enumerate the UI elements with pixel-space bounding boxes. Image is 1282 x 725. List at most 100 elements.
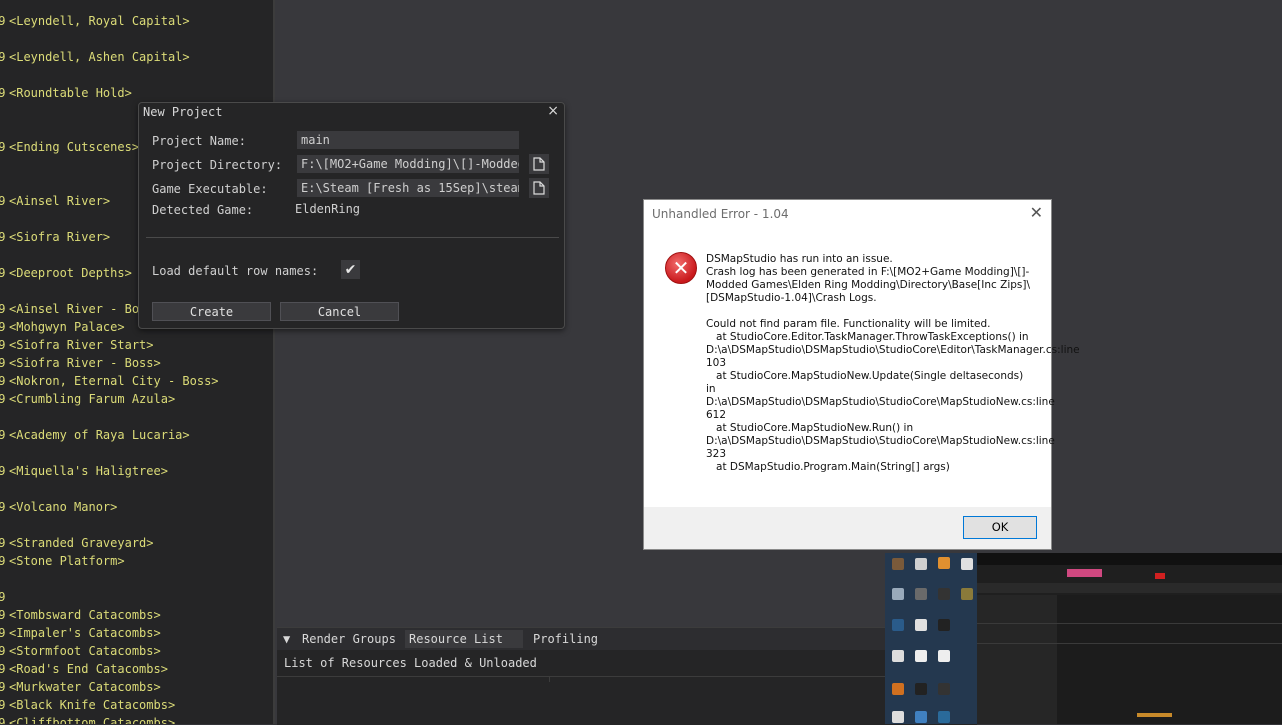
line-text: <Academy of Raya Lucaria>: [9, 428, 190, 442]
game-executable-input[interactable]: E:\Steam [Fresh as 15Sep]\steam: [297, 179, 519, 197]
project-directory-label: Project Directory:: [152, 158, 283, 172]
line-number: 09: [0, 716, 9, 724]
dialog-footer: OK: [644, 507, 1051, 549]
script-line[interactable]: 09<Ainsel River>: [0, 194, 110, 208]
script-line[interactable]: 09<Ainsel River - Boss>: [0, 302, 161, 316]
dialog-title: New Project: [143, 105, 223, 119]
divider: [277, 676, 977, 677]
script-line[interactable]: 09<Academy of Raya Lucaria>: [0, 428, 190, 442]
script-line[interactable]: 09<Tombsward Catacombs>: [0, 608, 161, 622]
script-line[interactable]: 09<Leyndell, Ashen Capital>: [0, 50, 190, 64]
script-line[interactable]: 09<Stone Platform>: [0, 554, 125, 568]
script-line[interactable]: 09<Siofra River>: [0, 230, 110, 244]
line-text: <Ainsel River>: [9, 194, 111, 208]
line-text: <Stone Platform>: [9, 554, 125, 568]
project-directory-input[interactable]: F:\[MO2+Game Modding]\[]-Modded: [297, 155, 519, 173]
tab-render-groups[interactable]: Render Groups: [298, 630, 400, 648]
script-line[interactable]: 09<Murkwater Catacombs>: [0, 680, 161, 694]
line-number: 09: [0, 500, 9, 514]
tab-profiling[interactable]: Profiling: [529, 630, 602, 648]
divider: [146, 237, 559, 238]
line-text: <Black Knife Catacombs>: [9, 698, 176, 712]
dialog-title: Unhandled Error - 1.04: [652, 207, 789, 221]
line-text: <Ending Cutscenes>: [9, 140, 140, 154]
line-number: 09: [0, 338, 9, 352]
line-text: <Murkwater Catacombs>: [9, 680, 161, 694]
line-number: 09: [0, 698, 9, 712]
line-number: 09: [0, 626, 9, 640]
script-line[interactable]: 09<Crumbling Farum Azula>: [0, 392, 175, 406]
line-number: 09: [0, 50, 9, 64]
error-x-icon: ✕: [665, 252, 697, 284]
script-line[interactable]: 09<Cliffbottom Catacombs>: [0, 716, 175, 724]
line-text: <Siofra River Start>: [9, 338, 154, 352]
file-browse-icon[interactable]: [529, 154, 549, 174]
create-button[interactable]: Create: [152, 302, 271, 321]
script-line[interactable]: 09<Mohgwyn Palace>: [0, 320, 125, 334]
line-text: <Siofra River>: [9, 230, 111, 244]
line-number: 09: [0, 14, 9, 28]
script-line[interactable]: 09<Stormfoot Catacombs>: [0, 644, 161, 658]
close-icon[interactable]: ×: [547, 103, 559, 119]
script-line[interactable]: 09: [0, 590, 9, 604]
resource-panel: ▼ Render Groups Resource List Profiling …: [277, 627, 977, 725]
unhandled-error-dialog: Unhandled Error - 1.04 ✕ ✕ DSMapStudio h…: [643, 199, 1080, 550]
close-icon[interactable]: ✕: [1030, 203, 1043, 222]
line-text: <Mohgwyn Palace>: [9, 320, 125, 334]
line-number: 09: [0, 374, 9, 388]
line-text: <Leyndell, Ashen Capital>: [9, 50, 190, 64]
script-line[interactable]: 09<Roundtable Hold>: [0, 86, 132, 100]
line-number: 09: [0, 230, 9, 244]
line-text: <Deeproot Depths>: [9, 266, 132, 280]
line-text: <Crumbling Farum Azula>: [9, 392, 176, 406]
load-default-row-names-label: Load default row names:: [152, 264, 319, 278]
line-number: 09: [0, 608, 9, 622]
script-line[interactable]: 09<Volcano Manor>: [0, 500, 117, 514]
screen-thumbnail-image: [885, 553, 1282, 724]
tab-bar: ▼ Render Groups Resource List Profiling: [277, 628, 977, 650]
script-line[interactable]: 09<Black Knife Catacombs>: [0, 698, 175, 712]
script-line[interactable]: 09<Siofra River Start>: [0, 338, 154, 352]
browser-explorer-thumbnail: [977, 553, 1282, 724]
script-line[interactable]: 09<Miquella's Haligtree>: [0, 464, 168, 478]
new-project-dialog: New Project × Project Name: main Project…: [138, 102, 565, 329]
line-number: 09: [0, 302, 9, 316]
game-executable-label: Game Executable:: [152, 182, 268, 196]
line-number: 09: [0, 644, 9, 658]
line-number: 09: [0, 554, 9, 568]
line-number: 09: [0, 266, 9, 280]
line-number: 09: [0, 428, 9, 442]
error-message: DSMapStudio has run into an issue. Crash…: [706, 253, 1080, 473]
line-text: <Volcano Manor>: [9, 500, 118, 514]
line-number: 09: [0, 662, 9, 676]
line-number: 09: [0, 86, 9, 100]
ok-button[interactable]: OK: [963, 516, 1037, 539]
line-number: 09: [0, 680, 9, 694]
line-text: <Leyndell, Royal Capital>: [9, 14, 190, 28]
line-text: <Roundtable Hold>: [9, 86, 132, 100]
script-line[interactable]: 09<Siofra River - Boss>: [0, 356, 161, 370]
script-line[interactable]: 09<Nokron, Eternal City - Boss>: [0, 374, 219, 388]
script-line[interactable]: 09<Ending Cutscenes>: [0, 140, 139, 154]
collapse-icon[interactable]: ▼: [279, 630, 294, 648]
script-line[interactable]: 09<Deeproot Depths>: [0, 266, 132, 280]
line-number: 09: [0, 356, 9, 370]
line-number: 09: [0, 194, 9, 208]
tab-resource-list[interactable]: Resource List: [405, 630, 523, 648]
cancel-button[interactable]: Cancel: [280, 302, 399, 321]
script-line[interactable]: 09<Impaler's Catacombs>: [0, 626, 161, 640]
column-divider[interactable]: [549, 676, 550, 682]
line-number: 09: [0, 464, 9, 478]
project-name-input[interactable]: main: [297, 131, 519, 149]
line-text: <Cliffbottom Catacombs>: [9, 716, 176, 724]
script-line[interactable]: 09<Stranded Graveyard>: [0, 536, 154, 550]
file-browse-icon[interactable]: [529, 178, 549, 198]
line-number: 09: [0, 536, 9, 550]
script-line[interactable]: 09<Road's End Catacombs>: [0, 662, 168, 676]
line-number: 09: [0, 392, 9, 406]
load-default-row-names-checkbox[interactable]: ✔: [341, 260, 360, 279]
project-name-label: Project Name:: [152, 134, 246, 148]
line-number: 09: [0, 140, 9, 154]
line-text: <Siofra River - Boss>: [9, 356, 161, 370]
script-line[interactable]: 09<Leyndell, Royal Capital>: [0, 14, 190, 28]
